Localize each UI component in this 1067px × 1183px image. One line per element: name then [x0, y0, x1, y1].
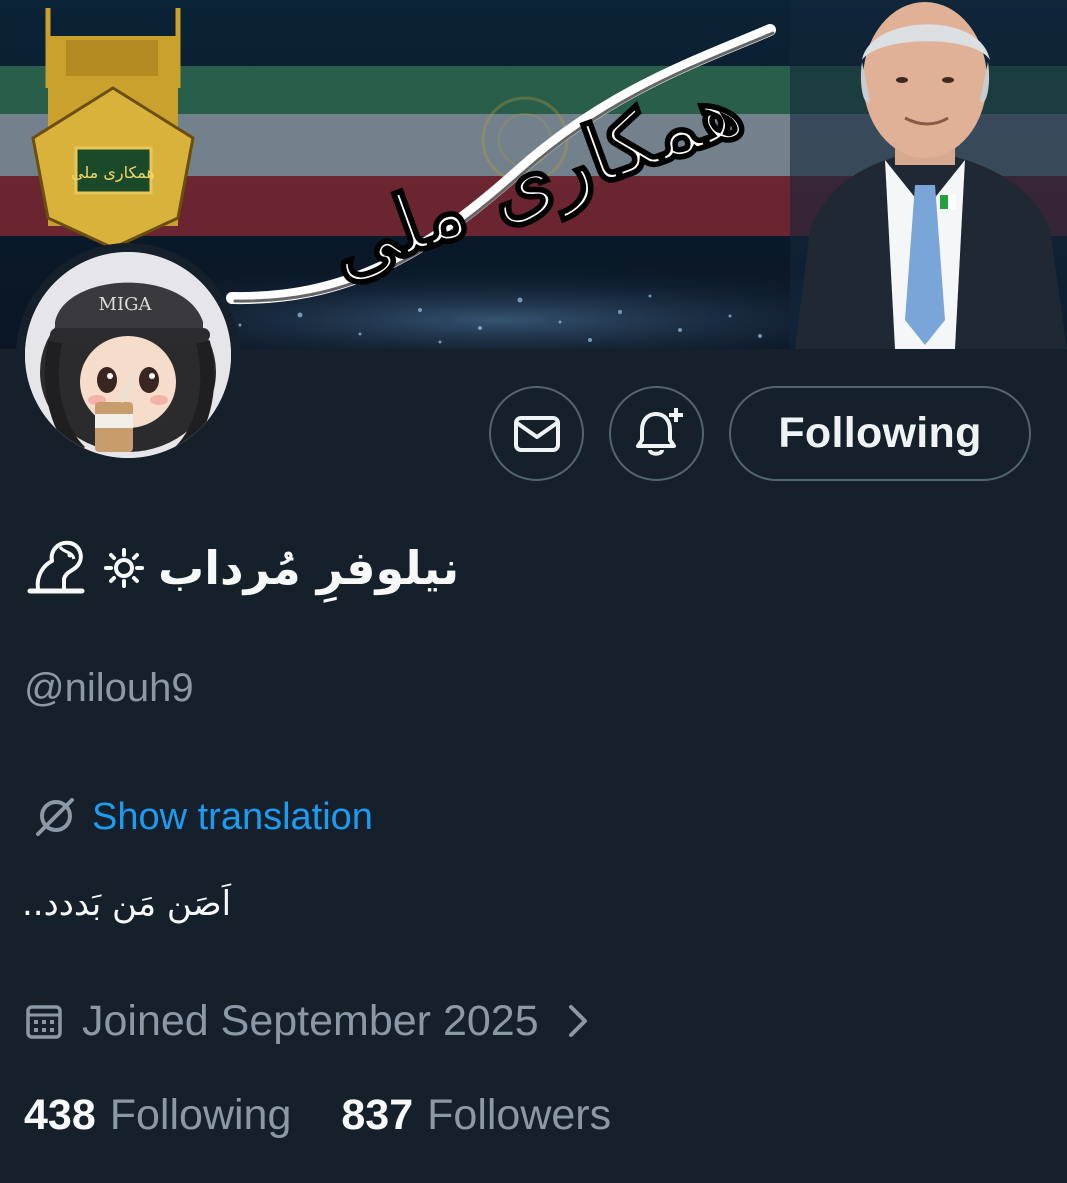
translate-icon [36, 798, 74, 836]
display-name: نیلوفرِ مُرداب [158, 541, 460, 595]
bell-plus-icon [635, 407, 683, 456]
display-name-row: نیلوفرِ مُرداب [24, 528, 459, 608]
svg-text:همکاری ملی: همکاری ملی [71, 163, 155, 183]
show-translation-label[interactable]: Show translation [92, 796, 373, 839]
following-button[interactable]: Following [729, 386, 1031, 481]
avatar[interactable]: MIGA [16, 243, 240, 467]
follow-stats: 438 Following 837 Followers [24, 1088, 611, 1142]
emblem: همکاری ملی [31, 8, 195, 250]
followers-count: 837 [341, 1090, 414, 1139]
notifications-button[interactable] [609, 386, 704, 481]
user-handle: @nilouh9 [24, 666, 194, 710]
lion-icon [27, 540, 85, 594]
following-count-link[interactable]: 438 Following [24, 1091, 291, 1140]
joined-date-row[interactable]: Joined September 2025 [24, 996, 591, 1046]
joined-date: Joined September 2025 [82, 996, 539, 1045]
show-translation-link[interactable]: Show translation [34, 794, 373, 840]
sun-icon [104, 548, 144, 588]
calendar-icon [26, 1005, 62, 1039]
avatar-image: MIGA [25, 252, 231, 458]
followers-count-link[interactable]: 837 Followers [341, 1091, 611, 1140]
followers-label: Followers [427, 1090, 612, 1139]
profile-page: همکاری ملی همکاری ملی MIGA Following نیل… [0, 0, 1067, 1183]
portrait [790, 0, 1067, 349]
bio-text: اَصَن مَن بَددد.. [22, 884, 232, 924]
message-button[interactable] [489, 386, 584, 481]
mail-icon [513, 415, 560, 452]
following-label: Following [109, 1090, 292, 1139]
following-count: 438 [24, 1090, 96, 1139]
chevron-right-icon [568, 1005, 587, 1037]
avatar-cap-text: MIGA [99, 294, 153, 315]
